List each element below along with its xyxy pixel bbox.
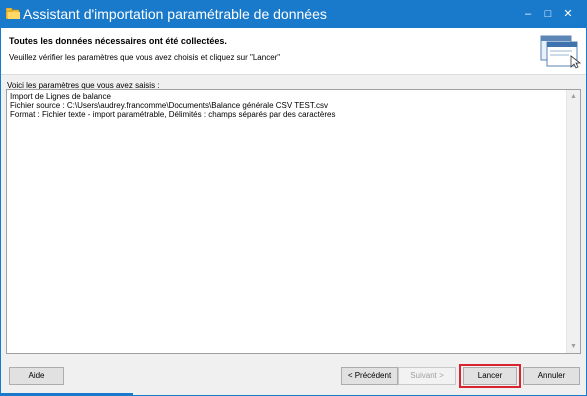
- header-title: Toutes les données nécessaires ont été c…: [9, 36, 227, 46]
- folder-icon: [6, 8, 20, 19]
- scroll-up-icon[interactable]: ▲: [567, 90, 580, 103]
- param-line: Format : Fichier texte - import paramétr…: [10, 110, 336, 119]
- launch-highlight-box: [459, 364, 521, 388]
- window-title: Assistant d'importation paramétrable de …: [23, 6, 327, 22]
- next-button[interactable]: Suivant >: [398, 367, 456, 385]
- scroll-down-icon[interactable]: ▼: [567, 340, 580, 353]
- param-line: Fichier source : C:\Users\audrey.francom…: [10, 101, 329, 110]
- close-button[interactable]: ✕: [559, 5, 577, 23]
- maximize-button[interactable]: □: [539, 5, 557, 23]
- wizard-window: Assistant d'importation paramétrable de …: [0, 0, 587, 396]
- param-line: Import de Lignes de balance: [10, 92, 111, 101]
- vertical-scrollbar[interactable]: ▲ ▼: [566, 90, 580, 353]
- minimize-button[interactable]: –: [519, 5, 537, 23]
- previous-button[interactable]: < Précédent: [341, 367, 398, 385]
- wizard-header: Toutes les données nécessaires ont été c…: [1, 28, 586, 75]
- parameters-textbox[interactable]: Import de Lignes de balance Fichier sour…: [6, 89, 581, 354]
- title-bar[interactable]: Assistant d'importation paramétrable de …: [1, 1, 586, 28]
- header-subtitle: Veuillez vérifier les paramètres que vou…: [9, 53, 281, 62]
- cancel-button[interactable]: Annuler: [523, 367, 580, 385]
- help-button[interactable]: Aide: [9, 367, 64, 385]
- wizard-window-icon: [540, 35, 581, 69]
